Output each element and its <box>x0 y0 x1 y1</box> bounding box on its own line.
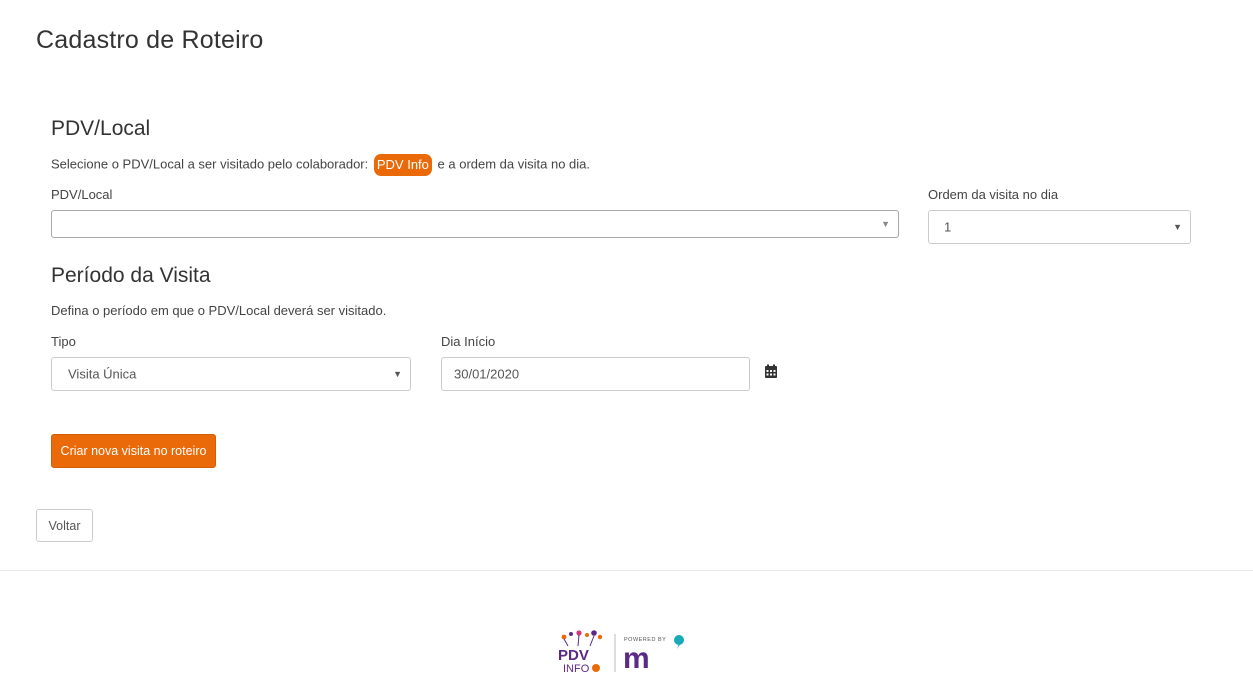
create-visit-button[interactable]: Criar nova visita no roteiro <box>51 434 216 468</box>
back-button[interactable]: Voltar <box>36 509 93 542</box>
caret-down-icon: ▼ <box>881 219 890 229</box>
svg-text:m: m <box>623 642 650 675</box>
order-select[interactable]: 1 ▼ <box>928 210 1191 244</box>
pdv-info-logo: PDV INFO <box>558 630 603 675</box>
order-label: Ordem da visita no dia <box>928 187 1059 202</box>
start-date-input[interactable]: 30/01/2020 <box>441 357 750 391</box>
svg-text:PDV: PDV <box>558 647 589 664</box>
collaborator-chip: PDV Info <box>373 154 432 176</box>
order-select-value: 1 <box>944 219 952 235</box>
caret-down-icon: ▼ <box>393 369 402 379</box>
start-date-label: Dia Início <box>441 334 496 349</box>
pdv-select[interactable]: ▼ <box>51 210 899 238</box>
pdv-desc-before: Selecione o PDV/Local a ser visitado pel… <box>51 156 369 172</box>
svg-text:INFO: INFO <box>563 663 590 675</box>
pdv-label: PDV/Local <box>51 187 113 202</box>
caret-down-icon: ▼ <box>1173 222 1182 232</box>
pdv-desc-after: e a ordem da visita no dia. <box>437 156 591 172</box>
footer-divider <box>0 570 1253 571</box>
period-section-description: Defina o período em que o PDV/Local deve… <box>51 303 387 318</box>
period-section-title: Período da Visita <box>51 264 211 287</box>
type-select[interactable]: Visita Única ▼ <box>51 357 411 391</box>
start-date-value: 30/01/2020 <box>454 366 520 382</box>
powered-by-logo: POWERED BY m <box>623 635 684 675</box>
page-title: Cadastro de Roteiro <box>36 26 264 54</box>
pdv-section-title: PDV/Local <box>51 117 151 140</box>
footer-logo: PDV INFO POWERED BY m <box>554 628 688 676</box>
type-label: Tipo <box>51 334 76 349</box>
type-select-value: Visita Única <box>68 366 137 382</box>
pdv-section-description: Selecione o PDV/Local a ser visitado pel… <box>51 154 590 176</box>
calendar-icon[interactable] <box>764 364 778 384</box>
